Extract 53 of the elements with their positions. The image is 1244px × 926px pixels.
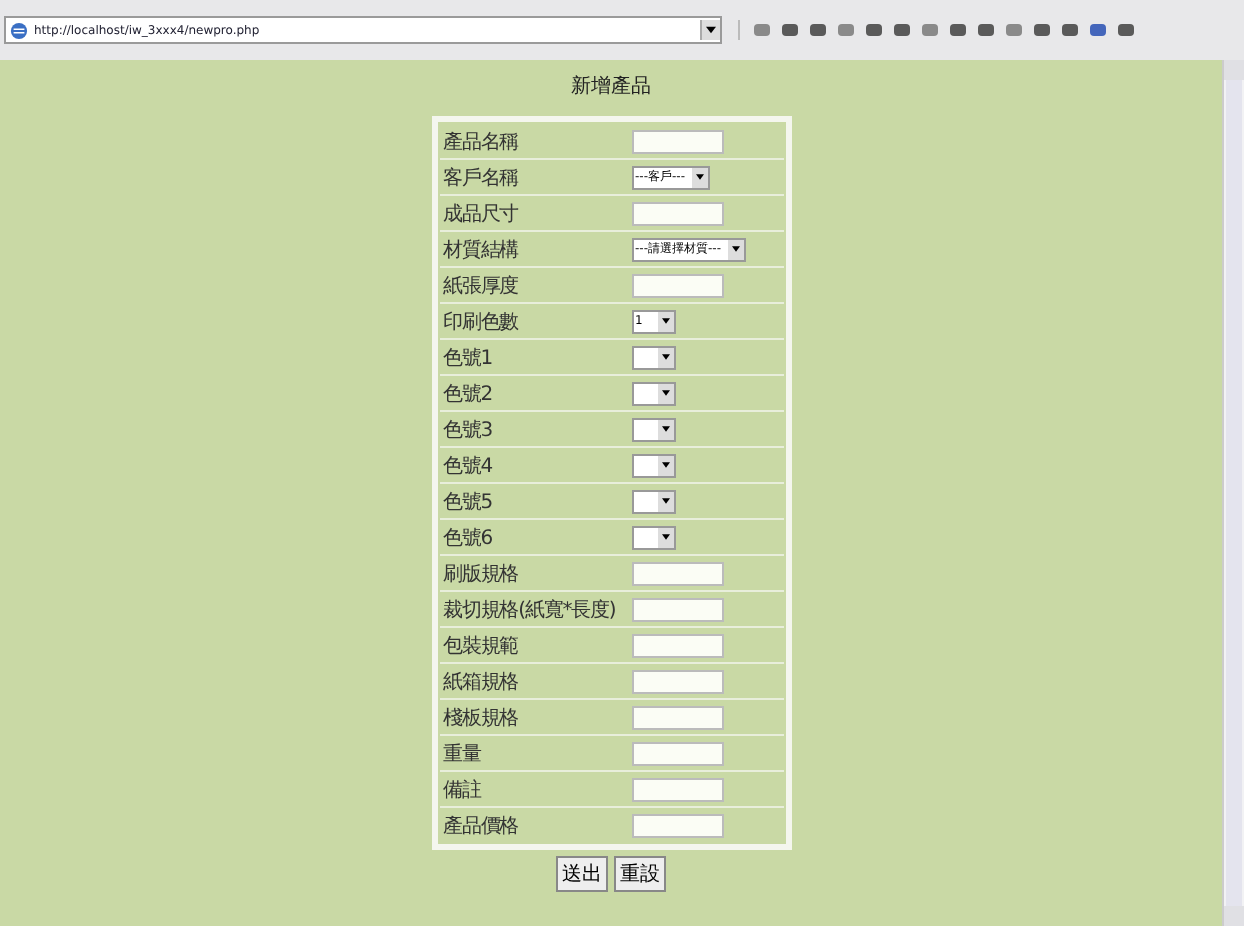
field-label: 成品尺寸 (441, 201, 521, 227)
text-field[interactable] (631, 129, 723, 153)
dropdown-field[interactable] (631, 381, 675, 405)
field-label: 產品價格 (441, 813, 521, 839)
field-label: 材質結構 (441, 237, 521, 263)
field-label: 客戶名稱 (441, 165, 521, 191)
dropdown-field[interactable] (631, 345, 675, 369)
dropdown-field[interactable] (631, 489, 675, 513)
field-label: 色號1 (441, 345, 495, 371)
page-title: 新增產品 (571, 73, 651, 100)
field-label: 重量 (441, 741, 483, 767)
text-field[interactable] (631, 741, 723, 765)
text-field[interactable] (631, 813, 723, 837)
caret-icon (661, 390, 669, 396)
caret-icon (706, 26, 716, 34)
field-label: 色號3 (441, 417, 495, 443)
field-label: 棧板規格 (441, 705, 521, 731)
dropdown-field[interactable] (631, 453, 675, 477)
caret-icon (661, 462, 669, 468)
text-field[interactable] (631, 597, 723, 621)
dropdown-button[interactable] (700, 20, 720, 40)
field-label: 刷版規格 (441, 561, 521, 587)
field-label: 紙箱規格 (441, 669, 521, 695)
reset-button[interactable]: 重設 (614, 856, 666, 892)
dropdown-field[interactable] (631, 417, 675, 441)
scrollbar[interactable] (1222, 60, 1244, 926)
field-label: 色號5 (441, 489, 495, 515)
caret-icon (731, 246, 739, 252)
dropdown-field[interactable] (631, 525, 675, 549)
field-label: 產品名稱 (441, 129, 521, 155)
text-field[interactable] (631, 561, 723, 585)
caret-icon (661, 498, 669, 504)
field-label: 裁切規格(紙寬*長度) (441, 597, 618, 623)
caret-icon (695, 174, 703, 180)
field-label: 備註 (441, 777, 483, 803)
field-label: 包裝規範 (441, 633, 521, 659)
caret-icon (661, 318, 669, 324)
submit-button[interactable]: 送出 (556, 856, 608, 892)
text-field[interactable] (631, 201, 723, 225)
field-label: 印刷色數 (441, 309, 521, 335)
text-field[interactable] (631, 669, 723, 693)
text-field[interactable] (631, 633, 723, 657)
field-label: 色號2 (441, 381, 495, 407)
text-field[interactable] (631, 777, 723, 801)
text-field[interactable] (631, 705, 723, 729)
caret-icon (661, 426, 669, 432)
field-label: 色號6 (441, 525, 495, 551)
field-label: 色號4 (441, 453, 495, 479)
text-field[interactable] (631, 273, 723, 297)
caret-icon (661, 354, 669, 360)
globe-icon (10, 21, 28, 39)
field-label: 紙張厚度 (441, 273, 521, 299)
caret-icon (661, 534, 669, 540)
